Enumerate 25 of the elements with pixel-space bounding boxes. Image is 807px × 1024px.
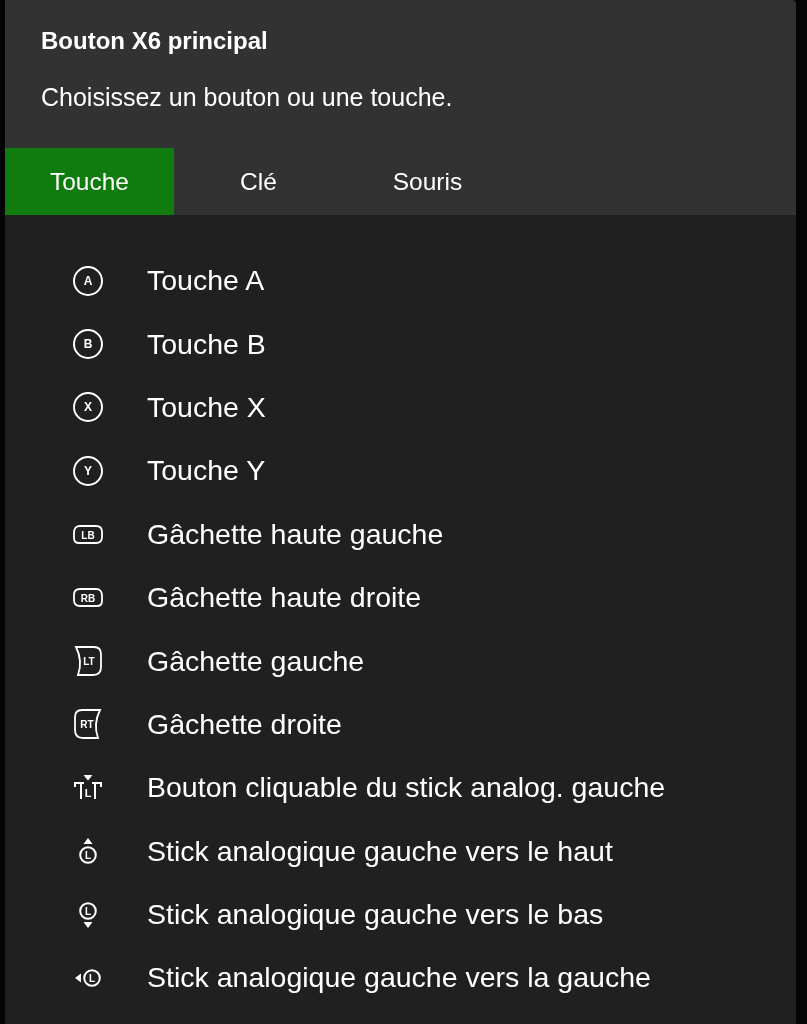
list-item[interactable]: L Stick analogique gauche vers la gauche	[5, 946, 796, 1010]
circled-letter-icon: X	[73, 392, 103, 423]
list-item[interactable]: L Bouton cliquable du stick analog. gauche	[5, 756, 796, 820]
list-item[interactable]: A Touche A	[5, 249, 796, 313]
list-item[interactable]: X Touche X	[5, 375, 796, 440]
circled-letter-icon: B	[73, 329, 103, 360]
list-item[interactable]: LT Gâchette gauche	[5, 629, 796, 693]
tab[interactable]: Touche	[5, 148, 174, 215]
tab[interactable]: Souris	[343, 148, 512, 215]
list-item[interactable]: L Stick analogique gauche vers le bas	[5, 882, 796, 947]
list-item[interactable]: L Stick analogique gauche vers le haut	[5, 819, 796, 883]
trigger-icon: LT	[74, 646, 102, 677]
dialog-title: Bouton X6 principal	[41, 26, 268, 56]
bumper-icon: LB	[73, 524, 103, 544]
list-item[interactable]: RB Gâchette haute droite	[5, 565, 796, 630]
bumper-icon: RB	[73, 588, 103, 608]
tab[interactable]: Clé	[174, 148, 343, 215]
circled-letter-icon: Y	[73, 455, 103, 486]
list-item[interactable]: B Touche B	[5, 312, 796, 376]
trigger-icon: RT	[74, 709, 102, 740]
list-item[interactable]: RT Gâchette droite	[5, 692, 796, 757]
list-item[interactable]: Y Touche Y	[5, 439, 796, 503]
dialog-subtitle: Choisissez un bouton ou une touche.	[41, 82, 453, 113]
circled-letter-icon: A	[73, 265, 103, 296]
list-item[interactable]: LB Gâchette haute gauche	[5, 502, 796, 566]
